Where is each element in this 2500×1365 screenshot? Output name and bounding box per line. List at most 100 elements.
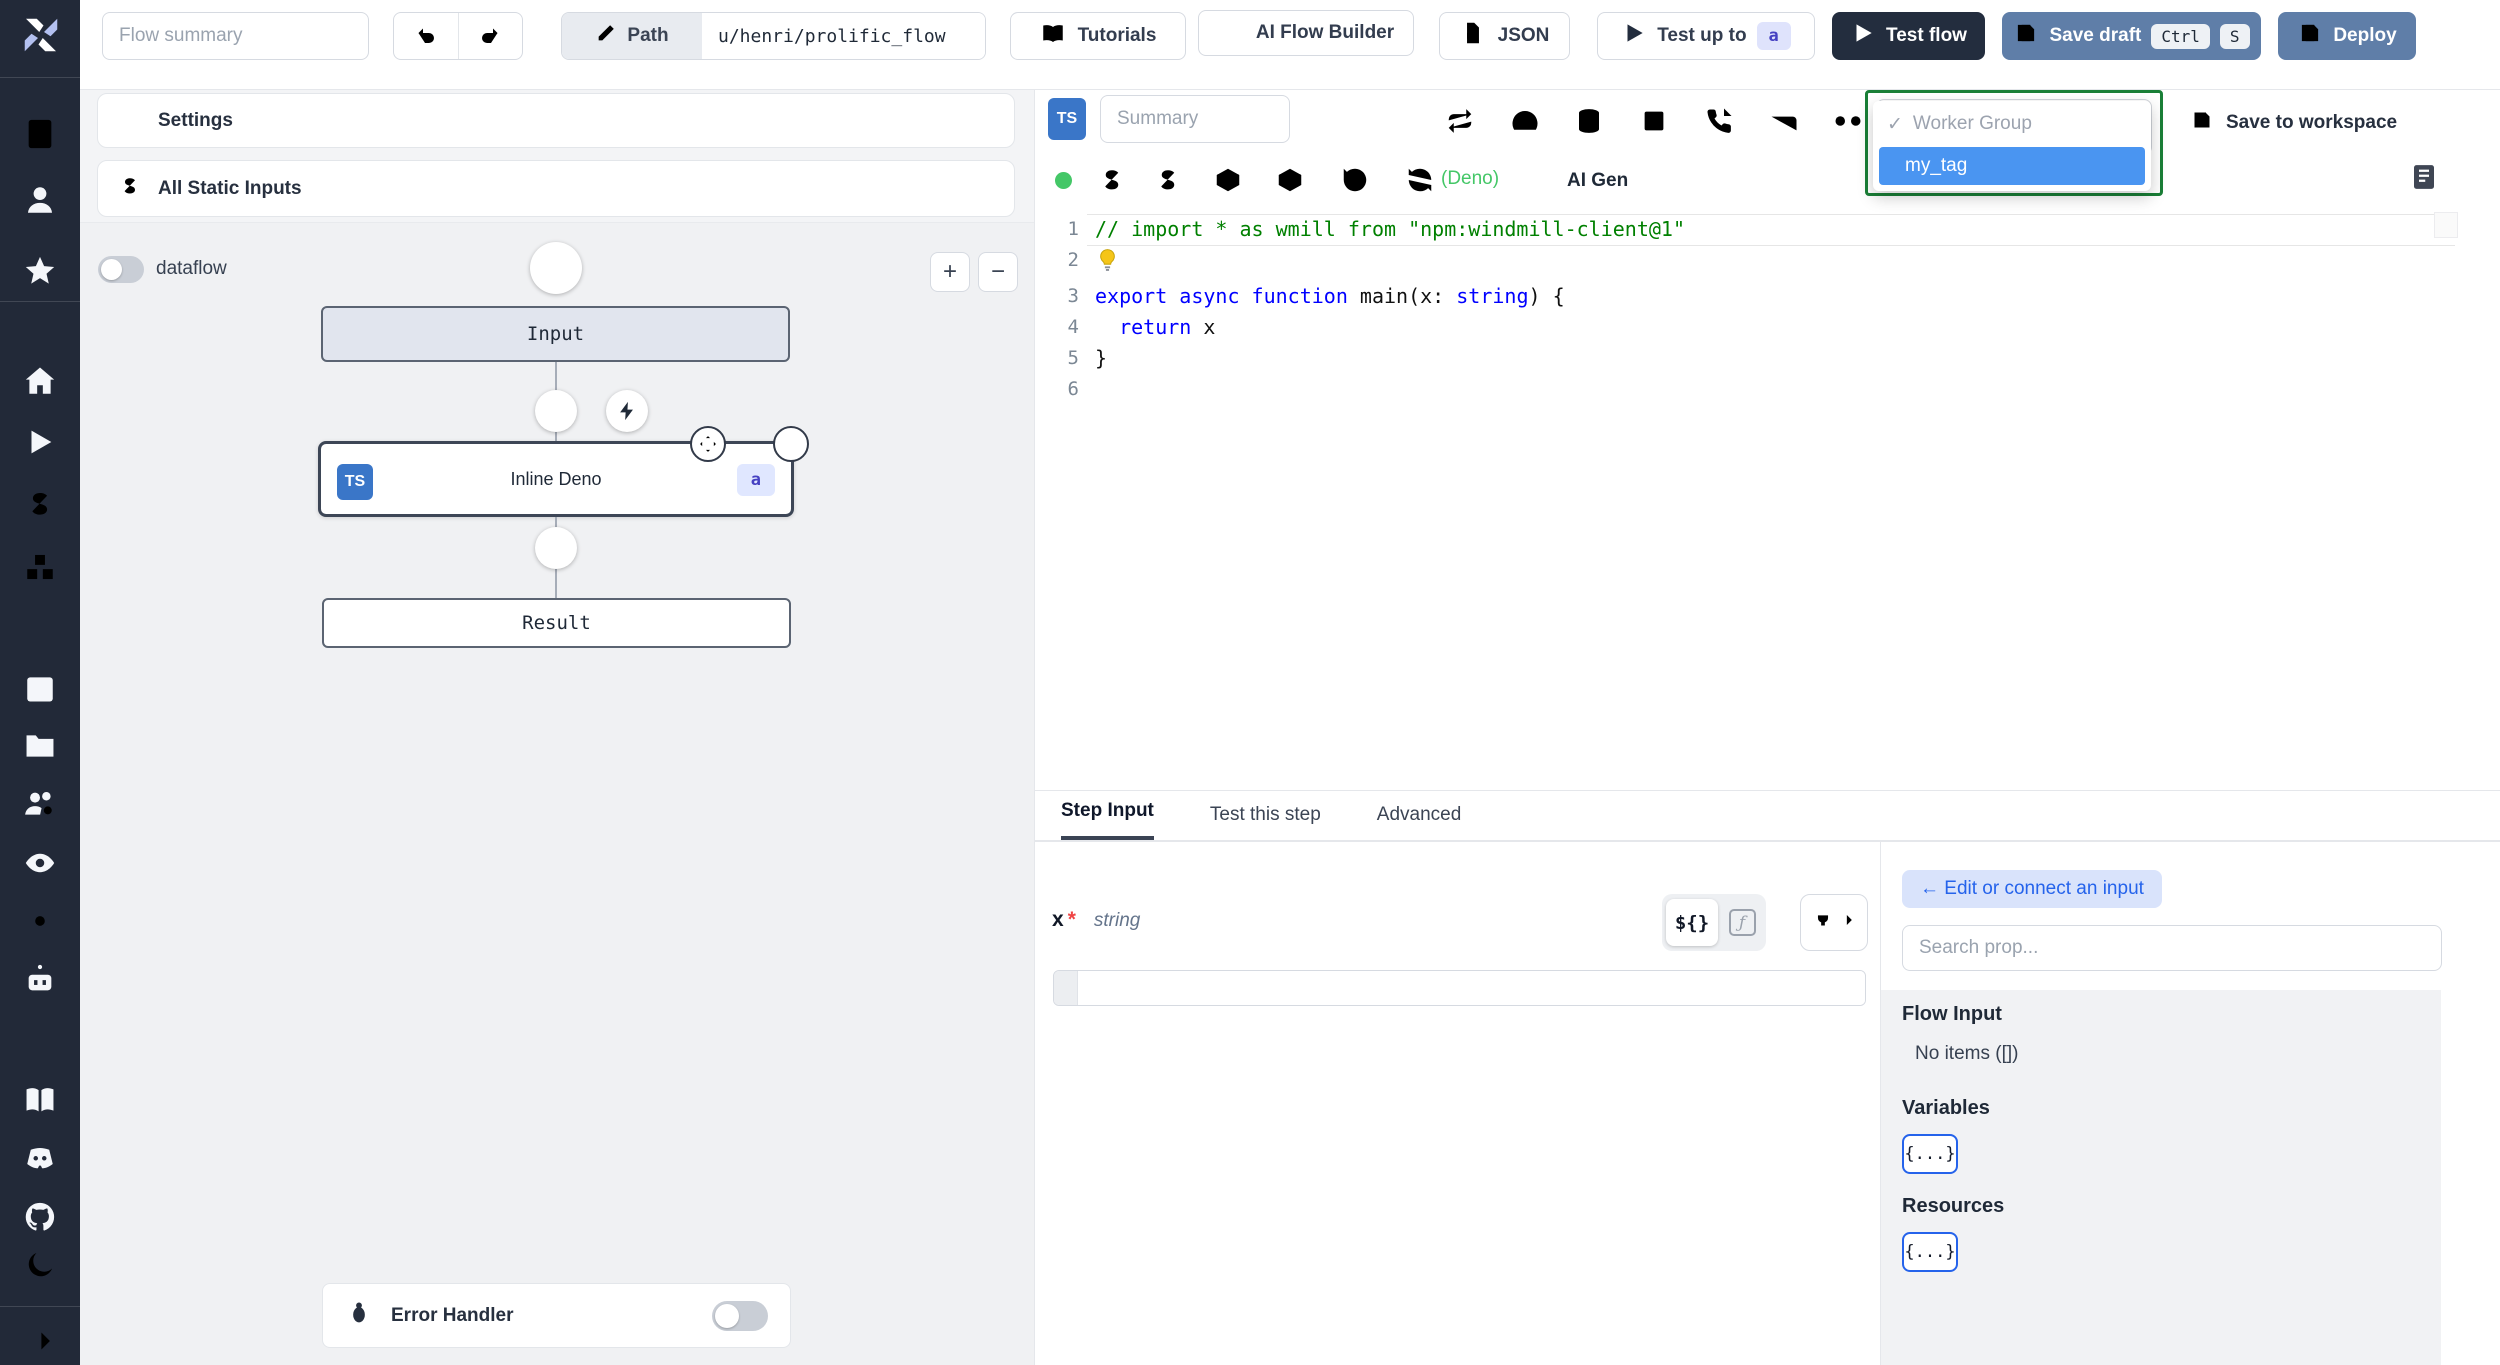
search-prop-input[interactable] [1902,925,2442,971]
book-open-icon[interactable] [23,1083,57,1117]
flow-settings-button[interactable]: Settings [97,93,1015,148]
undo-button[interactable] [394,13,459,59]
users-settings-icon[interactable] [23,787,57,821]
wand-icon [1533,166,1557,196]
dataflow-toggle[interactable] [98,256,144,283]
step-editor-panel: TS ✓ Worker Group my_tag Save to works [1035,90,2500,1365]
save-icon [2297,20,2323,52]
dollar-sign-icon [118,174,142,204]
code-plain: x [1191,315,1216,339]
move-node-handle[interactable] [690,426,726,462]
reset-rotate-ccw-icon[interactable] [1340,165,1370,195]
error-handler-toggle[interactable] [712,1300,768,1331]
undo-redo-group [393,12,523,60]
arg-name: x [1052,908,1064,931]
ai-wand-button[interactable] [530,242,582,294]
calculator-icon[interactable] [23,117,57,151]
path-input[interactable] [702,13,985,59]
arg-value-field[interactable] [1078,971,1865,1005]
delete-node-button[interactable] [773,426,809,462]
gear-icon[interactable] [23,904,57,938]
test-up-to-button[interactable]: Test up to a [1597,12,1815,60]
arg-value-input[interactable] [1053,970,1866,1006]
editor-scrollbar[interactable] [2434,212,2458,238]
concurrency-gauge-icon[interactable] [1510,106,1540,136]
variables-dollar-icon[interactable] [1097,165,1127,195]
deploy-button[interactable]: Deploy [2278,12,2416,60]
windmill-flow-editor: Path Tutorials AI Flow Builder JSON Test… [0,0,2500,1365]
arrow-right-icon [1836,910,1856,935]
user-icon[interactable] [23,183,57,217]
connect-input-plug-button[interactable] [1800,894,1868,951]
error-handler-node[interactable]: Error Handler [322,1283,791,1348]
save-draft-button[interactable]: Save draft Ctrl S [2002,12,2261,60]
eye-icon[interactable] [23,846,57,880]
worker-group-select[interactable]: ✓ Worker Group my_tag [1865,90,2163,196]
flow-summary-input[interactable] [102,12,369,60]
play-icon [1850,20,1876,52]
windmill-logo[interactable] [16,10,66,60]
redo-button[interactable] [459,13,523,59]
resources-dollar-icon[interactable] [1153,165,1183,195]
ai-flow-builder-button[interactable]: AI Flow Builder [1198,10,1414,56]
fx-mode-button[interactable]: ƒ [1722,909,1762,936]
github-icon[interactable] [23,1200,57,1234]
path-button[interactable]: Path [562,13,702,59]
variables-expand-button[interactable]: {...} [1902,1134,1958,1174]
early-stop-square-icon[interactable] [1639,106,1669,136]
tab-advanced[interactable]: Advanced [1377,804,1462,840]
step-badge: a [1756,22,1791,50]
suspend-phone-incoming-icon[interactable] [1704,106,1734,136]
input-mode-toggle-group: ${} ƒ [1662,894,1766,951]
reload-refresh-icon[interactable] [1405,165,1435,195]
tab-step-input[interactable]: Step Input [1061,800,1154,840]
mock-voicemail-icon[interactable] [1833,106,1863,136]
worker-group-option-default[interactable]: ✓ Worker Group [1873,101,2151,147]
sleep-bed-icon[interactable] [1769,106,1799,136]
tutorials-button[interactable]: Tutorials [1010,12,1186,60]
code-editor[interactable]: 1 // import * as wmill from "npm:windmill… [1035,210,2500,790]
path-label: Path [627,25,669,46]
zoom-out-button[interactable]: − [978,252,1018,292]
template-mode-button[interactable]: ${} [1666,899,1718,946]
all-static-inputs-button[interactable]: All Static Inputs [97,160,1015,217]
discord-icon[interactable] [23,1142,57,1176]
line-number: 3 [1067,285,1079,307]
worker-group-option-my-tag[interactable]: my_tag [1879,147,2145,185]
tab-test-this-step[interactable]: Test this step [1210,804,1321,840]
star-icon[interactable] [23,254,57,288]
calendar-icon[interactable] [23,671,57,705]
play-icon[interactable] [23,425,57,459]
boxes-icon[interactable] [23,550,57,584]
home-icon[interactable] [23,364,57,398]
graph-node-result[interactable]: Result [322,598,791,648]
folder-icon[interactable] [23,729,57,763]
summary-input[interactable] [1100,95,1290,143]
insert-step-button[interactable] [535,527,577,569]
cache-database-icon[interactable] [1574,106,1604,136]
library-icon[interactable] [2409,160,2439,199]
lightbulb-icon[interactable] [1095,247,1120,281]
trigger-zap-button[interactable] [606,390,648,432]
moon-icon[interactable] [23,1248,57,1282]
bot-icon[interactable] [23,962,57,996]
error-handler-label: Error Handler [391,1304,514,1326]
ai-gen-button[interactable]: AI Gen [1533,166,1628,196]
step-tabs: Step Input Test this step Advanced [1035,790,2500,842]
json-button[interactable]: JSON [1439,12,1570,60]
variables-title: Variables [1902,1097,1990,1119]
package-icon[interactable] [1275,165,1305,195]
package-icon[interactable] [1213,165,1243,195]
test-flow-button[interactable]: Test flow [1832,12,1985,60]
resources-expand-button[interactable]: {...} [1902,1232,1958,1272]
dollar-sign-icon[interactable] [23,487,57,521]
zoom-in-button[interactable]: + [930,252,970,292]
deno-lang-note: (Deno) [1441,168,1500,189]
edit-or-connect-button[interactable]: ← Edit or connect an input [1902,870,2162,908]
retry-repeat-icon[interactable] [1445,106,1475,136]
edit-or-connect-label: ← Edit or connect an input [1920,878,2144,899]
insert-step-button[interactable] [535,390,577,432]
save-to-workspace-button[interactable]: Save to workspace [2190,108,2397,138]
graph-node-input[interactable]: Input [321,306,790,362]
collapse-sidebar-arrow-icon[interactable] [23,1324,57,1358]
